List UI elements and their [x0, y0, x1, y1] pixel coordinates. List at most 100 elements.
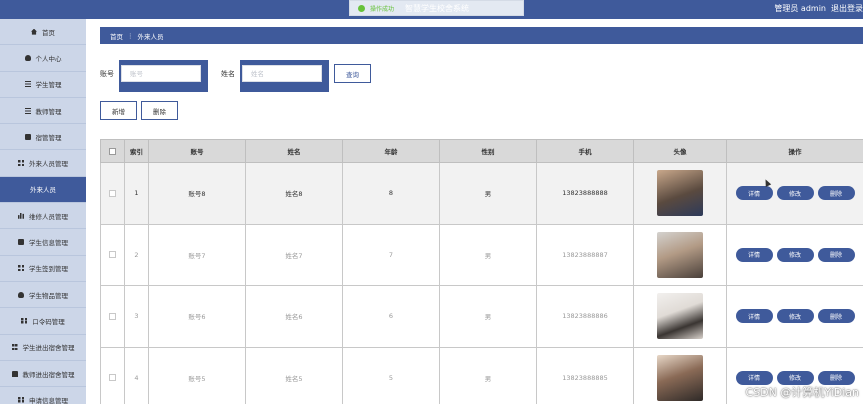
logout-link[interactable]: 退出登录	[831, 4, 863, 13]
avatar	[657, 293, 703, 340]
account-field-wrap	[119, 60, 208, 92]
select-all-cell[interactable]	[100, 139, 125, 163]
cell-age: 6	[342, 285, 440, 348]
sidebar: 首页 个人中心 学生管理 教师管理 宿管管理 外来人员管理 外来人员 维修人员管…	[0, 19, 86, 404]
grid-icon	[21, 317, 28, 324]
cell-name: 姓名6	[245, 285, 343, 348]
toast-message: 操作成功	[370, 5, 395, 13]
row-checkbox[interactable]	[109, 189, 116, 197]
list-icon	[24, 81, 31, 88]
cell-name: 姓名7	[245, 223, 343, 286]
table-row[interactable]: 2 账号7 姓名7 7 男 13823888887 详情 修改 删除	[100, 223, 863, 286]
account-label: 账号	[100, 70, 114, 78]
cell-phone: 13823888886	[536, 285, 634, 348]
select-all-checkbox[interactable]	[109, 147, 116, 155]
cell-actions: 详情 修改 删除	[726, 285, 863, 348]
sidebar-item-student-checkin[interactable]: 学生签到管理	[0, 256, 86, 282]
cell-gender: 男	[439, 346, 537, 404]
cell-age: 5	[342, 346, 440, 404]
sidebar-item-student-items[interactable]: 学生物品管理	[0, 282, 86, 309]
sidebar-item-profile[interactable]: 个人中心	[0, 45, 86, 72]
sidebar-item-label: 维修人员管理	[29, 212, 68, 221]
column-header: 账号	[148, 139, 246, 163]
breadcrumb-home[interactable]: 首页	[110, 31, 123, 41]
grid-icon	[18, 265, 24, 272]
avatar	[657, 170, 703, 217]
cell-account: 账号8	[148, 162, 246, 225]
breadcrumb-current: 外来人员	[137, 32, 164, 41]
user-icon	[24, 54, 31, 61]
sidebar-item-visitors-manage[interactable]: 外来人员管理	[0, 150, 86, 177]
sidebar-item-home[interactable]: 首页	[0, 19, 86, 46]
detail-button[interactable]: 详情	[735, 186, 773, 201]
visitor-table: 索引 账号 姓名 年龄 性别 手机 头像 操作 1 账号8 姓名8 8 男 13…	[100, 139, 863, 404]
edit-button[interactable]: 修改	[776, 370, 814, 385]
sidebar-item-teacher-dorm-access[interactable]: 教师进出宿舍管理	[0, 361, 86, 388]
admin-role: 管理员 admin	[774, 4, 826, 13]
query-button[interactable]: 查询	[334, 64, 371, 83]
user-icon	[18, 291, 24, 298]
home-icon	[31, 28, 37, 35]
grid-icon	[18, 160, 24, 167]
edit-button[interactable]: 修改	[776, 186, 814, 201]
cell-index: 3	[124, 285, 149, 348]
column-header: 性别	[439, 139, 537, 163]
delete-button[interactable]: 删除	[817, 309, 855, 324]
sidebar-item-students[interactable]: 学生管理	[0, 72, 86, 98]
table-row[interactable]: 3 账号6 姓名6 6 男 13823888886 详情 修改 删除	[100, 285, 863, 348]
user-info: 管理员 admin 退出登录	[769, 3, 863, 14]
sidebar-item-teachers[interactable]: 教师管理	[0, 98, 86, 125]
delete-button[interactable]: 删除	[817, 370, 855, 385]
grid-icon	[18, 396, 24, 403]
cell-avatar	[633, 162, 727, 225]
cell-gender: 男	[439, 223, 537, 286]
sidebar-item-label: 申请信息管理	[29, 396, 68, 404]
sidebar-item-label: 口令码管理	[32, 317, 65, 326]
edit-button[interactable]: 修改	[776, 309, 814, 324]
sidebar-item-student-dorm-access[interactable]: 学生进出宿舍管理	[0, 335, 86, 361]
table-header-row: 索引 账号 姓名 年龄 性别 手机 头像 操作	[100, 139, 863, 163]
add-button[interactable]: 新增	[100, 101, 137, 120]
cell-actions: 详情 修改 删除	[726, 223, 863, 286]
sidebar-item-passcode[interactable]: 口令码管理	[0, 308, 86, 335]
sidebar-item-visitors[interactable]: 外来人员	[0, 176, 86, 204]
row-checkbox[interactable]	[109, 312, 116, 320]
column-header: 头像	[633, 139, 727, 163]
search-bar: 账号 姓名 查询	[100, 60, 371, 92]
detail-button[interactable]: 详情	[735, 309, 773, 324]
avatar	[657, 354, 703, 401]
cell-index: 1	[124, 162, 149, 225]
cell-gender: 男	[439, 285, 537, 348]
app-title: 智慧学生校舍系统	[405, 4, 469, 13]
sidebar-item-label: 个人中心	[35, 54, 62, 63]
cell-phone: 13823888885	[536, 346, 634, 404]
account-search-input[interactable]	[121, 65, 201, 82]
column-header: 姓名	[245, 139, 343, 163]
delete-button[interactable]: 删除	[817, 186, 855, 201]
row-checkbox[interactable]	[109, 374, 116, 382]
sidebar-item-label: 学生进出宿舍管理	[22, 344, 75, 353]
row-checkbox[interactable]	[109, 251, 116, 259]
edit-button[interactable]: 修改	[776, 247, 814, 262]
breadcrumb: 首页 ⋮ 外来人员	[100, 27, 863, 44]
cell-actions: 详情 修改 删除	[726, 162, 863, 225]
detail-button[interactable]: 详情	[735, 247, 773, 262]
doc-icon	[24, 133, 31, 140]
sidebar-item-student-info[interactable]: 学生信息管理	[0, 229, 86, 256]
name-search-input[interactable]	[242, 65, 322, 82]
sidebar-item-label: 学生信息管理	[29, 239, 68, 248]
sidebar-item-label: 宿管管理	[35, 133, 62, 142]
sidebar-item-repair-staff[interactable]: 维修人员管理	[0, 203, 86, 230]
grid-icon	[11, 344, 18, 351]
detail-button[interactable]: 详情	[735, 370, 773, 385]
list-icon	[24, 107, 31, 114]
batch-delete-button[interactable]: 删除	[141, 101, 178, 120]
breadcrumb-separator: ⋮	[127, 31, 134, 40]
cell-avatar	[633, 285, 727, 348]
sidebar-item-applications[interactable]: 申请信息管理	[0, 387, 86, 404]
sidebar-item-dorm-managers[interactable]: 宿管管理	[0, 124, 86, 151]
cell-gender: 男	[439, 162, 537, 225]
table-row[interactable]: 1 账号8 姓名8 8 男 13823888888 详情 修改 删除	[100, 162, 863, 225]
lock-icon	[11, 370, 18, 377]
delete-button[interactable]: 删除	[817, 247, 855, 262]
